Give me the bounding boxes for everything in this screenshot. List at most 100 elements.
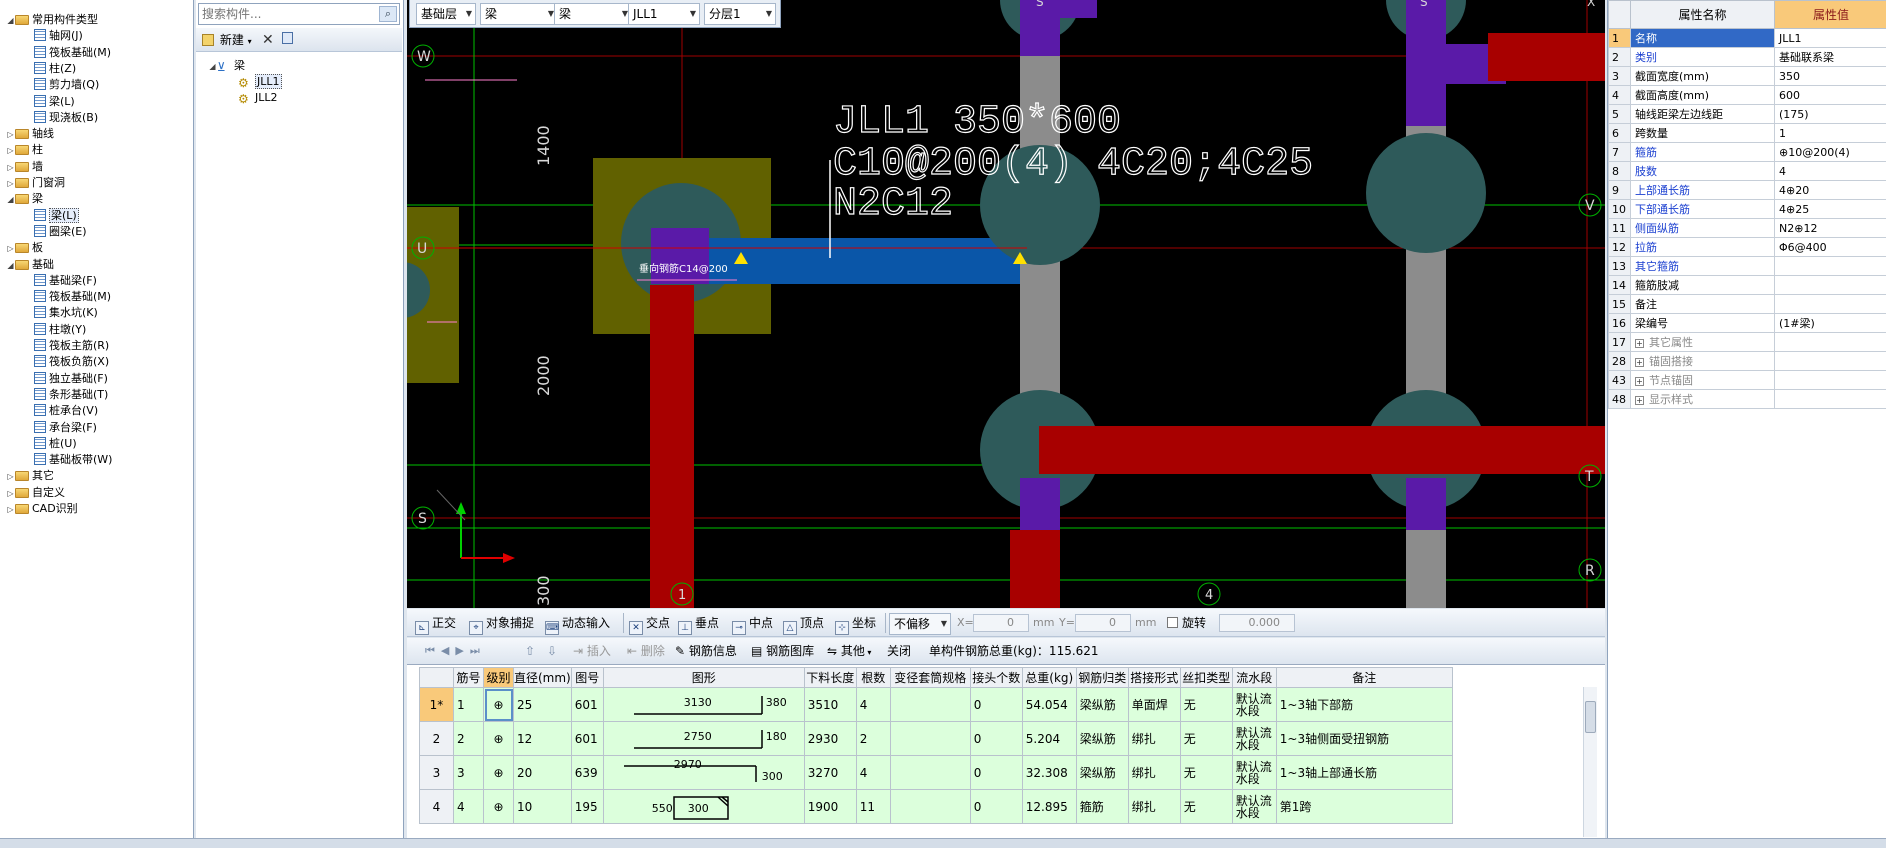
- table-cell-grade[interactable]: ⊕: [483, 721, 514, 756]
- property-name[interactable]: + 其它属性: [1630, 332, 1775, 352]
- property-row[interactable]: 1 名称 JLL1: [1608, 28, 1886, 48]
- property-name[interactable]: + 节点锚固: [1630, 370, 1775, 390]
- property-row[interactable]: 5 轴线距梁左边线距 (175): [1608, 104, 1886, 124]
- component-item[interactable]: ⚙ JLL1: [238, 74, 282, 90]
- object-snap-toggle[interactable]: ⌖ 对象捕捉: [469, 614, 534, 635]
- tree-item[interactable]: 现浇板(B): [34, 110, 98, 126]
- tree-item[interactable]: 筏板基础(M): [34, 289, 111, 305]
- component-item[interactable]: ⚙ JLL2: [238, 90, 278, 106]
- component-type-tree[interactable]: ◢ 常用构件类型 轴网(J) 筏板基础(M) 柱(Z) 剪力墙(Q) 梁(L) 现浇板(B) ▷…: [0, 0, 194, 838]
- property-row[interactable]: 6 跨数量 1: [1608, 123, 1886, 143]
- rotate-checkbox[interactable]: 旋转: [1167, 614, 1206, 632]
- table-cell-count[interactable]: 2: [855, 721, 891, 756]
- table-cell-fig[interactable]: 601: [570, 721, 604, 756]
- expand-icon[interactable]: ▷: [6, 486, 15, 502]
- search-icon[interactable]: ⌕: [379, 6, 397, 22]
- row-index[interactable]: 4: [419, 789, 454, 824]
- column-header[interactable]: 钢筋归类: [1075, 667, 1129, 688]
- expand-icon[interactable]: +: [1635, 377, 1644, 386]
- table-cell-fig[interactable]: 601: [570, 687, 604, 722]
- tree-item[interactable]: 筏板基础(M): [34, 45, 111, 61]
- table-row[interactable]: 3 3 ⊕ 20 639 2970 300 3270 4 0 32.308 梁纵筋 绑扎无默认流水段 1~…: [419, 755, 1453, 790]
- property-name[interactable]: + 锚固搭接: [1630, 351, 1775, 371]
- table-cell-shape[interactable]: 550 300: [602, 789, 805, 824]
- table-cell-no[interactable]: 2: [453, 721, 484, 756]
- property-value[interactable]: Φ6@400: [1774, 237, 1886, 257]
- column-header[interactable]: 筋号: [453, 667, 484, 688]
- layer-select[interactable]: 分层1 ▼: [704, 3, 776, 25]
- perpendicular-toggle[interactable]: ⊥ 垂点: [678, 614, 719, 635]
- table-cell-joints[interactable]: 0: [969, 687, 1023, 722]
- component-tree[interactable]: ◢⊻ 梁 ⚙ JLL1 ⚙ JLL2: [196, 54, 402, 834]
- row-index[interactable]: 3: [419, 755, 454, 790]
- column-1[interactable]: [651, 228, 709, 284]
- expand-icon[interactable]: ▷: [6, 469, 15, 485]
- tree-item[interactable]: 独立基础(F): [34, 371, 108, 387]
- tree-item[interactable]: 基础板带(W): [34, 452, 112, 468]
- drawing-canvas[interactable]: JLL1 350*600 C10@200(4) 4C20;4C25 N2C12 …: [407, 0, 1605, 608]
- collapse-icon[interactable]: ◢: [6, 13, 15, 29]
- table-cell-category[interactable]: 梁纵筋: [1075, 687, 1129, 722]
- column-header[interactable]: 总重(kg): [1021, 667, 1077, 688]
- property-row[interactable]: 7 箍筋 ⊕10@200(4): [1608, 142, 1886, 162]
- property-value[interactable]: [1774, 370, 1886, 390]
- table-cell-weight[interactable]: 32.308: [1021, 755, 1077, 790]
- nav-first-icon[interactable]: ⏮◀▶⏭: [425, 642, 486, 660]
- table-cell-lap[interactable]: 绑扎: [1127, 755, 1181, 790]
- property-row[interactable]: 2 类别 基础联系梁: [1608, 47, 1886, 67]
- table-cell-coupler[interactable]: [889, 755, 971, 790]
- column-right-bottom[interactable]: [1406, 478, 1446, 530]
- column-bottom[interactable]: [1020, 478, 1060, 530]
- property-value[interactable]: N2⊕12: [1774, 218, 1886, 238]
- property-row[interactable]: 4 截面高度(mm) 600: [1608, 85, 1886, 105]
- table-cell-category[interactable]: 箍筋: [1075, 789, 1129, 824]
- move-up-icon[interactable]: ⇧: [525, 642, 535, 660]
- property-value[interactable]: [1774, 294, 1886, 314]
- collapse-icon[interactable]: ◢: [6, 258, 15, 274]
- property-value[interactable]: 4⊕25: [1774, 199, 1886, 219]
- property-value[interactable]: 基础联系梁: [1774, 47, 1886, 67]
- offset-select[interactable]: 不偏移 ▼: [889, 613, 951, 635]
- property-value[interactable]: [1774, 332, 1886, 352]
- property-value[interactable]: (1#梁): [1774, 313, 1886, 333]
- property-value[interactable]: JLL1: [1774, 28, 1886, 48]
- tree-item[interactable]: ◢ 常用构件类型: [6, 12, 98, 28]
- tree-item[interactable]: 桩(U): [34, 436, 77, 452]
- property-row[interactable]: 17 + 其它属性: [1608, 332, 1886, 352]
- table-row[interactable]: 2 2 ⊕ 12 601 2750 180 2930 2 0 5.204 梁纵筋 绑扎无默认流水段 1~3…: [419, 721, 1453, 756]
- type-select[interactable]: 梁 ▼: [554, 3, 632, 25]
- tree-item[interactable]: ▷ 门窗洞: [6, 175, 65, 191]
- property-row[interactable]: 11 侧面纵筋 N2⊕12: [1608, 218, 1886, 238]
- tree-item[interactable]: 筏板主筋(R): [34, 338, 109, 354]
- table-cell-thread[interactable]: 无: [1179, 755, 1233, 790]
- property-row[interactable]: 10 下部通长筋 4⊕25: [1608, 199, 1886, 219]
- property-value[interactable]: 1: [1774, 123, 1886, 143]
- property-value[interactable]: [1774, 351, 1886, 371]
- tree-item[interactable]: ▷ 自定义: [6, 485, 65, 501]
- tree-item[interactable]: 基础梁(F): [34, 273, 97, 289]
- property-value[interactable]: ⊕10@200(4): [1774, 142, 1886, 162]
- tree-item[interactable]: ▷ 轴线: [6, 126, 54, 142]
- tree-item[interactable]: 梁(L): [34, 207, 79, 224]
- rebar-info-button[interactable]: ✎ 钢筋信息: [675, 642, 737, 660]
- expand-icon[interactable]: ▷: [6, 127, 15, 143]
- column-header[interactable]: 变径套筒规格: [889, 667, 971, 688]
- expand-icon[interactable]: ▷: [6, 502, 15, 518]
- table-cell-category[interactable]: 梁纵筋: [1075, 755, 1129, 790]
- table-cell-shape[interactable]: 2970 300: [602, 755, 805, 790]
- column-header[interactable]: 图形: [602, 667, 805, 688]
- expand-icon[interactable]: ▷: [6, 241, 15, 257]
- property-value[interactable]: 4: [1774, 161, 1886, 181]
- table-cell-stage[interactable]: 默认流水段: [1231, 721, 1277, 756]
- table-cell-thread[interactable]: 无: [1179, 789, 1233, 824]
- column-header[interactable]: 根数: [855, 667, 891, 688]
- table-cell-dia[interactable]: 25: [513, 687, 572, 722]
- expand-icon[interactable]: ▷: [6, 160, 15, 176]
- column-header[interactable]: 丝扣类型: [1179, 667, 1233, 688]
- property-row[interactable]: 48 + 显示样式: [1608, 389, 1886, 409]
- tree-item[interactable]: ▷ 墙: [6, 159, 43, 175]
- table-cell-note[interactable]: 第1跨: [1275, 789, 1453, 824]
- tree-item[interactable]: 轴网(J): [34, 28, 83, 44]
- property-row[interactable]: 12 拉筋 Φ6@400: [1608, 237, 1886, 257]
- row-index[interactable]: 1*: [419, 687, 454, 722]
